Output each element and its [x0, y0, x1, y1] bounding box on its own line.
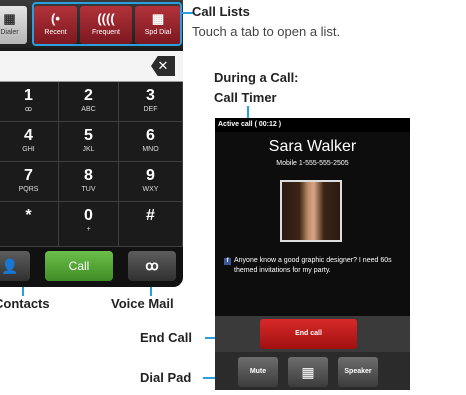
voicemail-button[interactable]: ꝏ	[128, 251, 176, 281]
tab-dialer[interactable]: ▦ Dialer	[0, 6, 27, 44]
key-7[interactable]: 7 PQRS	[0, 162, 59, 202]
key-letters: PQRS	[18, 186, 39, 193]
contacts-button[interactable]: 👤	[0, 251, 30, 281]
key-digit: 5	[84, 127, 93, 144]
key-letters: +	[86, 226, 91, 233]
call-timer: Active call ( 00:12 )	[215, 118, 410, 132]
in-call-button-row: Mute ▦ Speaker	[215, 352, 410, 390]
key-9[interactable]: 9 WXY	[119, 162, 183, 202]
key-letters: GHI	[22, 146, 35, 153]
dialer-action-bar: 👤 Call ꝏ	[0, 247, 183, 287]
call-lists-highlight	[32, 2, 182, 46]
number-entry-field[interactable]: ✕	[0, 51, 183, 82]
key-2[interactable]: 2 ABC	[59, 82, 119, 122]
mute-button[interactable]: Mute	[238, 357, 278, 387]
end-call-callout: End Call	[140, 330, 193, 345]
voicemail-leader-line	[150, 287, 152, 296]
contacts-callout: Contacts	[0, 296, 50, 311]
dial-pad-callout: Dial Pad	[140, 370, 192, 385]
person-icon: 👤	[1, 258, 19, 274]
voicemail-icon: ꝏ	[145, 258, 159, 273]
call-lists-title: Call Lists	[192, 4, 250, 19]
speaker-button[interactable]: Speaker	[338, 357, 378, 387]
key-digit: 2	[84, 87, 93, 104]
key-digit: 3	[146, 87, 155, 104]
key-6[interactable]: 6 MNO	[119, 122, 183, 162]
keypad: 1ꝏ 2 ABC 3 DEF 4 GHI 5 JKL 6 MNO 7 PQRS 8 TUV 9…	[0, 82, 183, 247]
dialer-tab-bar: ▦ Dialer (• Recent (((( Frequent ▦ Spd D…	[0, 0, 183, 48]
key-star[interactable]: *	[0, 202, 59, 247]
dialer-icon: ▦	[3, 11, 16, 26]
call-button[interactable]: Call	[45, 251, 113, 281]
backspace-icon[interactable]: ✕	[151, 56, 175, 76]
key-digit: *	[25, 207, 32, 224]
key-8[interactable]: 8 TUV	[59, 162, 119, 202]
key-digit: 0	[84, 207, 93, 224]
contacts-leader-line	[22, 287, 24, 296]
caller-name: Sara Walker	[268, 138, 357, 155]
key-1[interactable]: 1ꝏ	[0, 82, 59, 122]
caller-photo	[280, 180, 342, 242]
key-3[interactable]: 3 DEF	[119, 82, 183, 122]
tab-dialer-label: Dialer	[0, 29, 19, 36]
active-call-screen: Active call ( 00:12 ) Sara Walker Mobile…	[215, 118, 410, 390]
key-letters: DEF	[143, 106, 158, 113]
during-call-heading: During a Call:	[214, 70, 299, 85]
key-digit: #	[146, 207, 155, 224]
key-digit: 6	[146, 127, 155, 144]
key-5[interactable]: 5 JKL	[59, 122, 119, 162]
key-0[interactable]: 0 +	[59, 202, 119, 247]
key-digit: 8	[84, 167, 93, 184]
dialpad-button[interactable]: ▦	[288, 357, 328, 387]
end-call-button[interactable]: End call	[260, 319, 357, 349]
dialpad-icon: ▦	[301, 364, 315, 380]
call-timer-callout: Call Timer	[214, 90, 277, 105]
dialer-screen: ▦ Dialer (• Recent (((( Frequent ▦ Spd D…	[0, 0, 183, 287]
key-hash[interactable]: #	[119, 202, 183, 247]
key-letters: ABC	[81, 106, 96, 113]
caller-number: Mobile 1-555-555-2505	[276, 160, 349, 167]
end-call-area: End call	[215, 316, 410, 352]
key-letters: MNO	[142, 146, 159, 153]
key-digit: 9	[146, 167, 155, 184]
key-letters: JKL	[82, 146, 95, 153]
key-digit: 1	[24, 87, 33, 104]
voicemail-glyph: ꝏ	[24, 106, 33, 113]
call-lists-description: Touch a tab to open a list.	[192, 24, 341, 39]
key-digit: 4	[24, 127, 33, 144]
key-letters: TUV	[81, 186, 96, 193]
voice-mail-callout: Voice Mail	[111, 296, 174, 311]
key-letters: WXY	[142, 186, 159, 193]
social-status-text: Anyone know a good graphic designer? I n…	[234, 257, 392, 274]
key-digit: 7	[24, 167, 33, 184]
key-4[interactable]: 4 GHI	[0, 122, 59, 162]
facebook-icon: f	[224, 258, 231, 265]
